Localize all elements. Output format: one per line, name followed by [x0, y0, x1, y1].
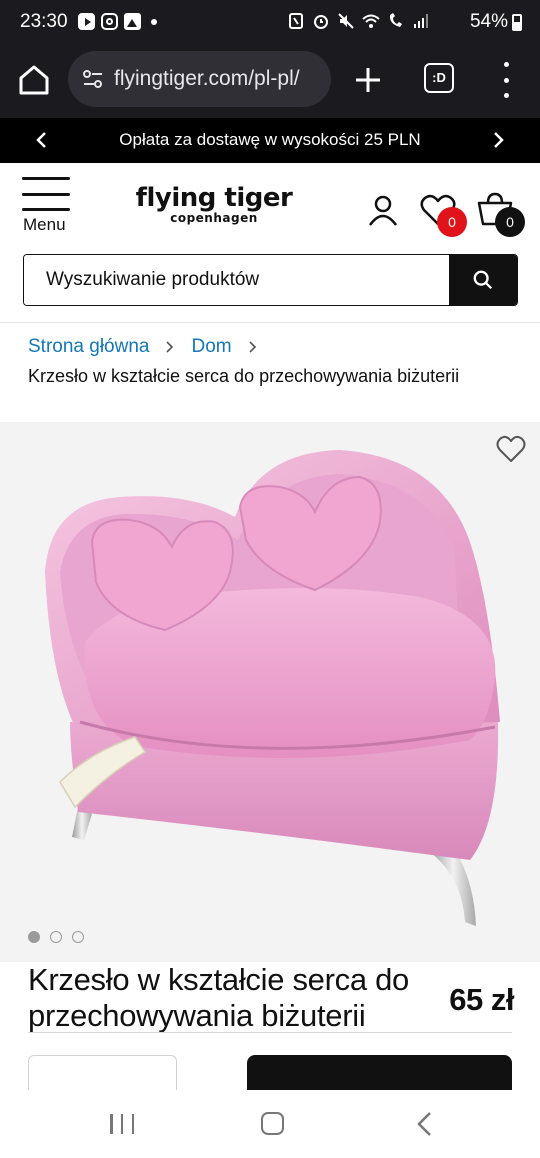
wifi-icon: [362, 12, 380, 30]
product-image-carousel[interactable]: [0, 422, 540, 962]
battery-percent: 54%: [469, 11, 508, 32]
brand-logo[interactable]: flying tiger copenhagen: [133, 185, 295, 224]
product-image: [45, 450, 500, 926]
site-header: Menu flying tiger copenhagen 0 0: [0, 163, 540, 323]
site-settings-icon[interactable]: [82, 68, 104, 90]
status-time: 23:30: [20, 11, 68, 32]
tab-switcher-button[interactable]: :D: [424, 63, 454, 93]
mute-icon: [337, 12, 355, 30]
system-icons: [287, 12, 430, 30]
cart-count-badge: 0: [495, 207, 525, 237]
plus-icon: [356, 68, 380, 92]
wifi-calling-icon: [387, 12, 405, 30]
browser-menu-button[interactable]: [500, 62, 512, 98]
home-icon: [19, 65, 49, 95]
gallery-dot[interactable]: [50, 931, 62, 943]
chevron-right-icon: [249, 341, 256, 353]
logo-sub-text: copenhagen: [170, 211, 258, 225]
back-icon[interactable]: [414, 1110, 434, 1138]
search-button[interactable]: [449, 255, 517, 305]
signal-icon: [412, 12, 430, 30]
gallery-icon: [124, 13, 141, 30]
search-icon: [473, 270, 493, 290]
more-notifications-icon: [151, 18, 157, 25]
search-input[interactable]: [24, 255, 449, 305]
notification-icons: [78, 13, 157, 30]
breadcrumb: Strona główna Dom: [28, 336, 274, 358]
promo-banner: Opłata za dostawę w wysokości 25 PLN: [0, 118, 540, 163]
search-bar: [23, 254, 518, 306]
menu-label[interactable]: Menu: [23, 215, 66, 235]
browser-home-button[interactable]: [14, 60, 54, 100]
youtube-icon: [78, 13, 95, 30]
alarm-icon: [312, 12, 330, 30]
breadcrumb-current-page: Krzesło w kształcie serca do przechowywa…: [28, 366, 460, 386]
browser-toolbar: flyingtiger.com/pl-pl/ :D: [0, 46, 540, 118]
promo-next-icon[interactable]: [486, 128, 510, 152]
gallery-dot[interactable]: [72, 931, 84, 943]
recent-apps-button[interactable]: [110, 1114, 134, 1134]
new-tab-button[interactable]: [350, 62, 386, 98]
dot: [503, 93, 509, 98]
gallery-dot-active[interactable]: [28, 931, 40, 943]
wishlist-count-badge: 0: [437, 207, 467, 237]
product-price: 65 zł: [449, 982, 514, 1017]
system-navigation-bar: [0, 1090, 540, 1158]
url-text: flyingtiger.com/pl-pl/: [114, 67, 300, 90]
home-button[interactable]: [261, 1112, 284, 1135]
account-icon[interactable]: [366, 193, 400, 227]
status-bar: 23:30 54%: [0, 0, 540, 46]
breadcrumb-dom-link[interactable]: Dom: [191, 336, 231, 358]
menu-icon[interactable]: [22, 177, 70, 211]
instagram-icon: [101, 13, 118, 30]
battery-icon: [512, 13, 522, 31]
breadcrumb-home-link[interactable]: Strona główna: [28, 336, 149, 358]
favorite-heart-icon[interactable]: [496, 435, 526, 463]
promo-text: Opłata za dostawę w wysokości 25 PLN: [119, 130, 421, 149]
divider: [28, 1032, 512, 1033]
dot: [503, 62, 509, 67]
battery-indicator: 54%: [470, 11, 522, 33]
chevron-right-icon: [166, 341, 174, 353]
address-bar[interactable]: flyingtiger.com/pl-pl/: [68, 51, 331, 107]
dot: [503, 77, 509, 83]
product-title: Krzesło w kształcie serca do przechowywa…: [28, 962, 409, 1033]
nfc-icon: [287, 12, 305, 30]
logo-main-text: flying tiger: [135, 183, 293, 213]
gallery-pagination: [28, 931, 84, 943]
